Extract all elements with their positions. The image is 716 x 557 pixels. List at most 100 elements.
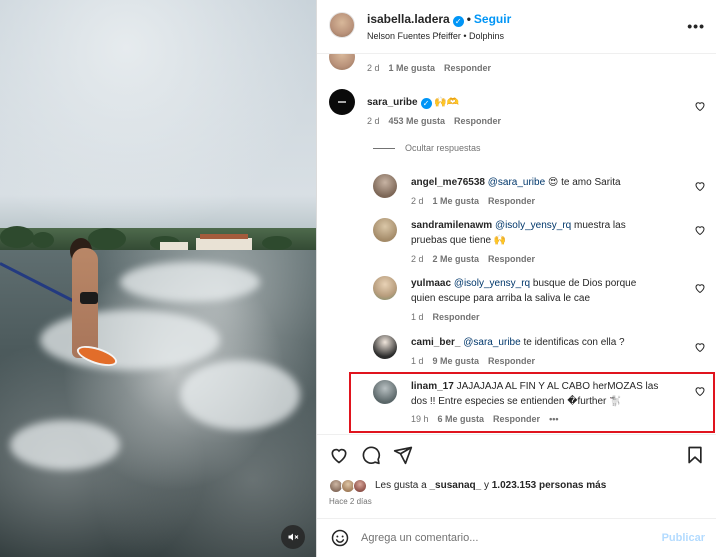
- hide-replies-button[interactable]: Ocultar respuestas: [373, 143, 481, 153]
- post-time[interactable]: Hace 2 días: [329, 497, 372, 506]
- comment-text: 🙌🫶: [434, 97, 460, 108]
- rider-swimsuit: [80, 292, 98, 304]
- commenter-avatar[interactable]: [373, 276, 397, 300]
- reply-body: linam_17 JAJAJAJA AL FIN Y AL CABO herMO…: [411, 379, 658, 409]
- heart-icon[interactable]: [694, 282, 706, 294]
- reply-time[interactable]: 1 d: [411, 356, 424, 366]
- mute-button[interactable]: [281, 525, 305, 549]
- reply-time[interactable]: 19 h: [411, 414, 429, 424]
- wave-spray: [40, 310, 220, 370]
- post-sidebar: isabella.ladera ✓ • Seguir Nelson Fuentes P…: [316, 0, 716, 557]
- reply-meta: 1 d 9 Me gusta Responder: [411, 356, 544, 366]
- audio-label[interactable]: Nelson Fuentes Pfeiffer • Dolphins: [367, 31, 504, 41]
- reply-button[interactable]: Responder: [454, 116, 501, 126]
- follow-button[interactable]: Seguir: [474, 12, 511, 26]
- reply-body: angel_me76538 @sara_uribe 😍 te amo Sarit…: [411, 175, 621, 190]
- comment-meta: 2 d 453 Me gusta Responder: [367, 116, 510, 126]
- reply-more-icon[interactable]: •••: [549, 414, 558, 424]
- tree: [32, 232, 54, 248]
- reply-likes[interactable]: 9 Me gusta: [433, 356, 480, 366]
- reply-likes[interactable]: 2 Me gusta: [433, 254, 480, 264]
- more-icon[interactable]: •••: [687, 18, 705, 34]
- share-icon[interactable]: [393, 445, 413, 465]
- wave-spray: [120, 262, 260, 302]
- reply-meta: 1 d Responder: [411, 312, 489, 322]
- comment-time[interactable]: 2 d: [367, 116, 380, 126]
- emoji-icon[interactable]: [331, 529, 349, 547]
- reply-button[interactable]: Responder: [444, 63, 491, 73]
- reply-button[interactable]: Responder: [488, 196, 535, 206]
- reply-button[interactable]: Responder: [488, 356, 535, 366]
- reply-likes[interactable]: 6 Me gusta: [438, 414, 485, 424]
- commenter-avatar[interactable]: [373, 218, 397, 242]
- liker-avatar[interactable]: [353, 479, 367, 493]
- reply-text: JAJAJAJA AL FIN Y AL CABO herMOZAS las: [453, 381, 659, 392]
- comment-likes[interactable]: 453 Me gusta: [389, 116, 446, 126]
- reply-text: busque de Dios porque: [530, 278, 637, 289]
- house-roof: [200, 234, 248, 239]
- reply-mention[interactable]: @isoly_yensy_rq: [454, 278, 530, 289]
- heart-icon[interactable]: [694, 341, 706, 353]
- verified-icon: ✓: [452, 16, 464, 27]
- reply-username[interactable]: angel_me76538: [411, 177, 485, 188]
- comment-icon[interactable]: [361, 445, 381, 465]
- reply-username[interactable]: sandramilenawm: [411, 220, 492, 231]
- tree: [262, 236, 292, 250]
- post-actions: Les gusta a _susanaq_ y 1.023.153 person…: [317, 434, 716, 518]
- reply-username[interactable]: linam_17: [411, 381, 454, 392]
- heart-icon[interactable]: [329, 445, 349, 465]
- bookmark-icon[interactable]: [685, 445, 705, 465]
- heart-icon[interactable]: [694, 100, 706, 112]
- reply-time[interactable]: 2 d: [411, 254, 424, 264]
- reply-username[interactable]: cami_ber_: [411, 337, 460, 348]
- author-line: isabella.ladera ✓ • Seguir: [367, 12, 511, 27]
- author-avatar[interactable]: [329, 12, 355, 38]
- verified-icon: ✓: [420, 98, 432, 109]
- reply-body: yulmaac @isoly_yensy_rq busque de Dios p…: [411, 276, 636, 306]
- reply-body: sandramilenawm @isoly_yensy_rq muestra l…: [411, 218, 626, 248]
- reply-meta: 2 d 1 Me gusta Responder: [411, 196, 544, 206]
- comment-body: sara_uribe ✓ 🙌🫶: [367, 95, 459, 110]
- comment-time[interactable]: 2 d: [367, 63, 380, 73]
- commenter-avatar[interactable]: [373, 335, 397, 359]
- commenter-avatar[interactable]: [373, 380, 397, 404]
- mute-icon: [288, 533, 299, 541]
- commenter-avatar[interactable]: [329, 54, 355, 70]
- author-username[interactable]: isabella.ladera: [367, 12, 450, 26]
- post-comment-button[interactable]: Publicar: [662, 532, 705, 544]
- likes-user[interactable]: _susanaq_: [429, 480, 481, 491]
- commenter-avatar[interactable]: [329, 89, 355, 115]
- comments-list[interactable]: 2 d 1 Me gusta Responder sara_uribe ✓ 🙌🫶 2 …: [317, 54, 716, 434]
- reply-mention[interactable]: @sara_uribe: [488, 177, 545, 188]
- reply-button[interactable]: Responder: [488, 254, 535, 264]
- reply-text: te identificas con ella ?: [520, 337, 625, 348]
- reply-text: 😍 te amo Sarita: [545, 177, 621, 188]
- reply-meta: 2 d 2 Me gusta Responder: [411, 254, 544, 264]
- heart-icon[interactable]: [694, 224, 706, 236]
- reply-mention[interactable]: @sara_uribe: [463, 337, 520, 348]
- reply-text: dos !! Entre especies se entienden �furt…: [411, 396, 622, 407]
- reply-mention[interactable]: @isoly_yensy_rq: [495, 220, 571, 231]
- heart-icon[interactable]: [694, 385, 706, 397]
- wave-spray: [180, 360, 300, 430]
- likes-count[interactable]: 1.023.153 personas más: [492, 480, 607, 491]
- comment-input[interactable]: [361, 527, 651, 549]
- house: [196, 238, 252, 250]
- post-video[interactable]: [0, 0, 316, 557]
- likes-prefix: Les gusta a: [375, 480, 430, 491]
- reply-time[interactable]: 2 d: [411, 196, 424, 206]
- tree: [0, 226, 34, 248]
- comment-likes[interactable]: 1 Me gusta: [389, 63, 436, 73]
- commenter-avatar[interactable]: [373, 174, 397, 198]
- reply-body: cami_ber_ @sara_uribe te identificas con…: [411, 335, 625, 350]
- reply-button[interactable]: Responder: [493, 414, 540, 424]
- reply-username[interactable]: yulmaac: [411, 278, 451, 289]
- reply-text: quien escupe para arriba la saliva le ca…: [411, 293, 590, 304]
- reply-time[interactable]: 1 d: [411, 312, 424, 322]
- heart-icon[interactable]: [694, 180, 706, 192]
- add-comment-bar: Publicar: [317, 518, 716, 557]
- likes-summary: Les gusta a _susanaq_ y 1.023.153 person…: [375, 480, 606, 491]
- reply-button[interactable]: Responder: [433, 312, 480, 322]
- comment-username[interactable]: sara_uribe: [367, 97, 418, 108]
- reply-likes[interactable]: 1 Me gusta: [433, 196, 480, 206]
